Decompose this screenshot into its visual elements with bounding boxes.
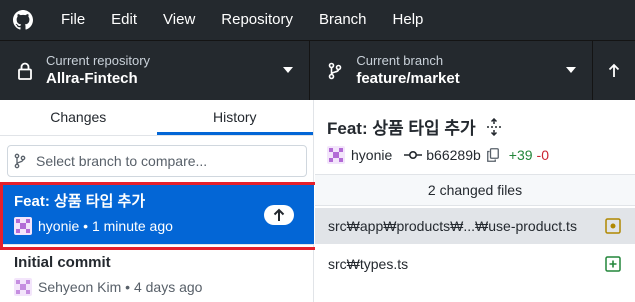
- history-sidebar: Changes History Feat: 상품 타입 추가 hyonie • …: [0, 100, 319, 302]
- branch-compare-input[interactable]: [36, 153, 296, 169]
- file-path: src₩app₩products₩...₩use-product.ts: [328, 218, 577, 234]
- commit-time: 1 minute ago: [91, 218, 173, 234]
- commit-list: Feat: 상품 타입 추가 hyonie • 1 minute ago Ini…: [0, 184, 314, 302]
- arrow-up-icon: [273, 208, 285, 222]
- lines-added: +39: [508, 147, 533, 163]
- commit-author: hyonie: [351, 147, 393, 163]
- commit-sha: b66289b: [426, 147, 481, 163]
- changed-files-header: 2 changed files: [315, 174, 635, 206]
- current-branch-name: feature/market: [356, 70, 460, 87]
- current-branch-label: Current branch: [356, 53, 444, 68]
- meta-separator: •: [79, 218, 92, 234]
- commit-details: Feat: 상품 타입 추가 hyonie b66289b +39 -0 2 c…: [315, 100, 635, 302]
- tab-history[interactable]: History: [156, 100, 313, 135]
- avatar: [327, 146, 345, 164]
- commit-item[interactable]: Initial commit Sehyeon Kim • 4 days ago: [0, 245, 314, 302]
- branch-compare-field[interactable]: [7, 145, 307, 177]
- commit-author: hyonie: [38, 218, 80, 234]
- git-commit-icon: [404, 149, 423, 161]
- file-path: src₩types.ts: [328, 256, 409, 272]
- file-modified-icon: [605, 218, 621, 234]
- current-repository-name: Allra-Fintech: [46, 70, 138, 87]
- expand-icon[interactable]: [486, 117, 502, 136]
- menu-repository[interactable]: Repository: [208, 0, 306, 40]
- commit-title: Initial commit: [14, 254, 111, 271]
- meta-separator: •: [121, 279, 134, 295]
- commit-title: Feat: 상품 타입 추가: [14, 193, 146, 210]
- toolbar: Current repository Allra-Fintech Current…: [0, 40, 635, 100]
- sidebar-tabs: Changes History: [0, 100, 313, 136]
- chevron-down-icon: [566, 67, 576, 73]
- github-logo-icon: [12, 9, 34, 31]
- commit-meta: hyonie b66289b +39 -0: [327, 146, 549, 164]
- avatar: [14, 217, 32, 235]
- current-branch-button[interactable]: Current branch feature/market: [310, 41, 593, 100]
- file-added-icon: [605, 256, 621, 272]
- changed-file-row[interactable]: src₩types.ts: [315, 246, 635, 282]
- git-branch-icon: [14, 153, 30, 169]
- unpushed-commit-badge[interactable]: [264, 205, 294, 225]
- tab-changes[interactable]: Changes: [0, 100, 157, 135]
- git-branch-icon: [326, 61, 344, 81]
- current-repository-label: Current repository: [46, 53, 151, 68]
- current-repository-button[interactable]: Current repository Allra-Fintech: [0, 41, 311, 100]
- fetch-origin-button[interactable]: [593, 41, 635, 100]
- menu-file[interactable]: File: [48, 0, 98, 40]
- menu-bar: File Edit View Repository Branch Help: [0, 0, 635, 40]
- commit-author: Sehyeon Kim: [38, 279, 122, 295]
- menu-branch[interactable]: Branch: [306, 0, 380, 40]
- menu-edit[interactable]: Edit: [98, 0, 150, 40]
- menu-view[interactable]: View: [150, 0, 208, 40]
- menu-help[interactable]: Help: [380, 0, 437, 40]
- commit-item[interactable]: Feat: 상품 타입 추가 hyonie • 1 minute ago: [0, 184, 314, 245]
- commit-summary: Feat: 상품 타입 추가: [327, 119, 476, 138]
- sync-icon: [605, 61, 623, 81]
- changed-file-row[interactable]: src₩app₩products₩...₩use-product.ts: [315, 208, 635, 244]
- lock-icon: [16, 61, 34, 81]
- commit-time: 4 days ago: [133, 279, 203, 295]
- chevron-down-icon: [283, 67, 294, 73]
- avatar: [14, 278, 32, 296]
- lines-removed: -0: [536, 147, 549, 163]
- copy-icon[interactable]: [486, 148, 499, 162]
